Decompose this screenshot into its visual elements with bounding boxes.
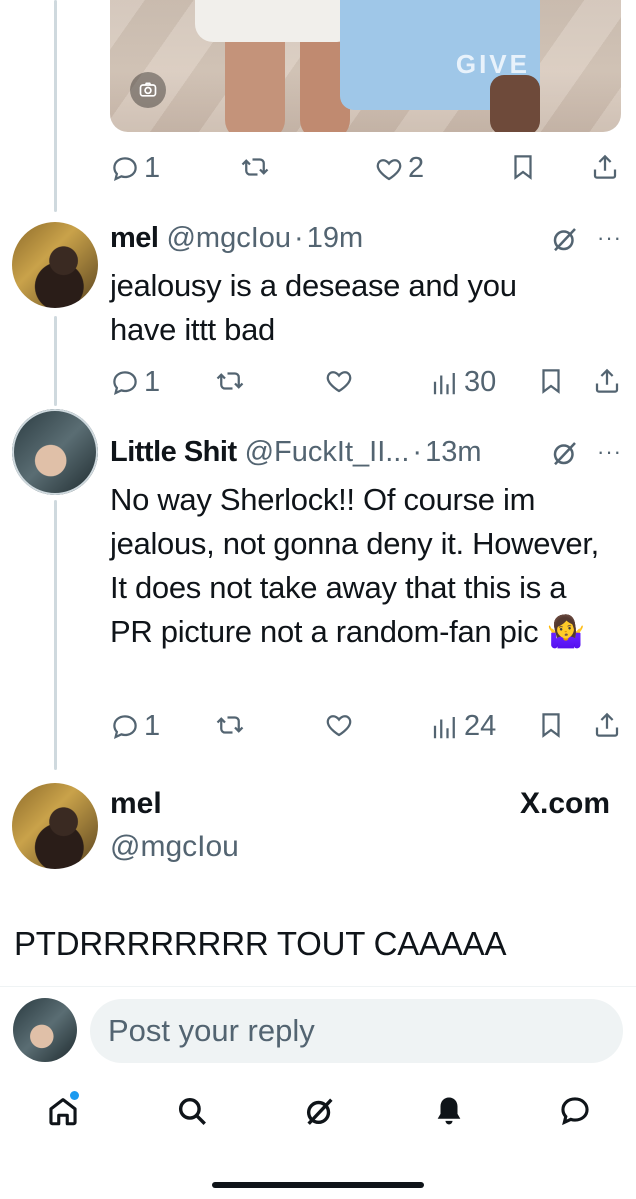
like-button[interactable] <box>324 366 354 396</box>
reply-count: 1 <box>144 366 161 398</box>
repost-icon <box>241 158 269 176</box>
tweet-header: mel @mgcIou · 19m <box>110 222 363 255</box>
views-count: 24 <box>464 710 497 742</box>
separator: · <box>412 436 423 468</box>
source-label: X.com <box>519 787 610 820</box>
thread-line <box>54 316 57 406</box>
reply-count: 1 <box>144 152 161 184</box>
post-action-bar: 1 2 <box>110 152 625 192</box>
repost-icon <box>216 372 244 390</box>
share-icon <box>595 712 619 737</box>
views-icon <box>433 372 455 394</box>
reply-button[interactable]: 1 <box>110 152 160 185</box>
views-icon <box>433 716 455 738</box>
reply-avatar <box>13 998 77 1062</box>
home-indicator <box>212 1182 424 1188</box>
reply-icon <box>113 370 137 395</box>
more-options-icon[interactable]: ··· <box>597 439 622 465</box>
user-handle[interactable]: @FuckIt_II... <box>245 436 410 469</box>
repost-icon <box>216 716 244 734</box>
avatar-mel-card[interactable] <box>12 783 98 869</box>
post-photo[interactable]: GIVE <box>110 0 621 132</box>
tab-grok[interactable] <box>300 1091 340 1131</box>
tab-messages[interactable] <box>555 1091 595 1131</box>
user-handle[interactable]: @mgcIou <box>166 222 291 255</box>
reply-button[interactable]: 1 <box>110 710 160 743</box>
like-button[interactable] <box>324 710 354 740</box>
reply-button[interactable]: 1 <box>110 366 160 399</box>
like-button[interactable]: 2 <box>374 152 424 185</box>
bookmark-button[interactable] <box>536 710 566 740</box>
bookmark-icon <box>542 369 560 394</box>
grok-icon[interactable] <box>550 224 580 254</box>
avatar-little-shit[interactable] <box>12 409 98 495</box>
tab-notifications[interactable] <box>429 1091 469 1131</box>
bookmark-icon <box>542 713 560 738</box>
divider <box>0 986 636 987</box>
thread-line <box>54 500 57 770</box>
share-icon <box>595 368 619 393</box>
share-button[interactable] <box>590 152 620 182</box>
display-name[interactable]: Little Shit <box>110 436 237 469</box>
bottom-tab-bar <box>0 1075 636 1155</box>
repost-button[interactable] <box>215 710 245 740</box>
grok-icon[interactable] <box>550 438 580 468</box>
heart-icon <box>376 158 402 180</box>
share-icon <box>593 154 617 179</box>
card-display-name[interactable]: mel <box>110 787 162 821</box>
tweet-text: jealousy is a desease and you have ittt … <box>110 268 517 347</box>
post-action-bar: 1 30 <box>110 366 625 406</box>
thread-line <box>54 0 57 212</box>
reply-icon <box>113 156 137 181</box>
reply-input[interactable] <box>90 999 623 1063</box>
display-name[interactable]: mel <box>110 222 159 255</box>
image-description-icon[interactable] <box>130 72 166 108</box>
reply-count: 1 <box>144 710 161 742</box>
views-count: 30 <box>464 366 497 398</box>
views-button[interactable]: 24 <box>430 710 496 743</box>
share-button[interactable] <box>592 710 622 740</box>
more-options-icon[interactable]: ··· <box>597 225 622 251</box>
notifications-icon <box>437 1097 461 1125</box>
tab-search[interactable] <box>172 1091 212 1131</box>
card-user-handle[interactable]: @mgcIou <box>110 830 239 864</box>
unread-dot <box>70 1091 79 1100</box>
grok-icon <box>306 1098 333 1125</box>
repost-button[interactable] <box>215 366 245 396</box>
messages-icon <box>561 1097 589 1126</box>
separator: · <box>294 222 304 254</box>
bookmark-icon <box>514 155 532 180</box>
heart-icon <box>326 371 352 393</box>
post-action-bar: 1 24 <box>110 710 625 750</box>
share-button[interactable] <box>592 366 622 396</box>
reply-icon <box>113 714 137 739</box>
card-text: PTDRRRRRRRR TOUT CAAAAA <box>14 925 507 962</box>
timestamp[interactable]: 13m <box>425 436 481 469</box>
search-icon <box>178 1097 206 1125</box>
tweet-header: Little Shit @FuckIt_II... · 13m <box>110 436 482 469</box>
views-button[interactable]: 30 <box>430 366 496 399</box>
bookmark-button[interactable] <box>508 152 538 182</box>
avatar-mel[interactable] <box>12 222 98 308</box>
repost-button[interactable] <box>240 152 270 182</box>
heart-icon <box>326 715 352 737</box>
tweet-text: No way Sherlock!! Of course im jealous, … <box>110 482 599 649</box>
like-count: 2 <box>408 152 425 184</box>
timestamp[interactable]: 19m <box>307 222 363 255</box>
bookmark-button[interactable] <box>536 366 566 396</box>
